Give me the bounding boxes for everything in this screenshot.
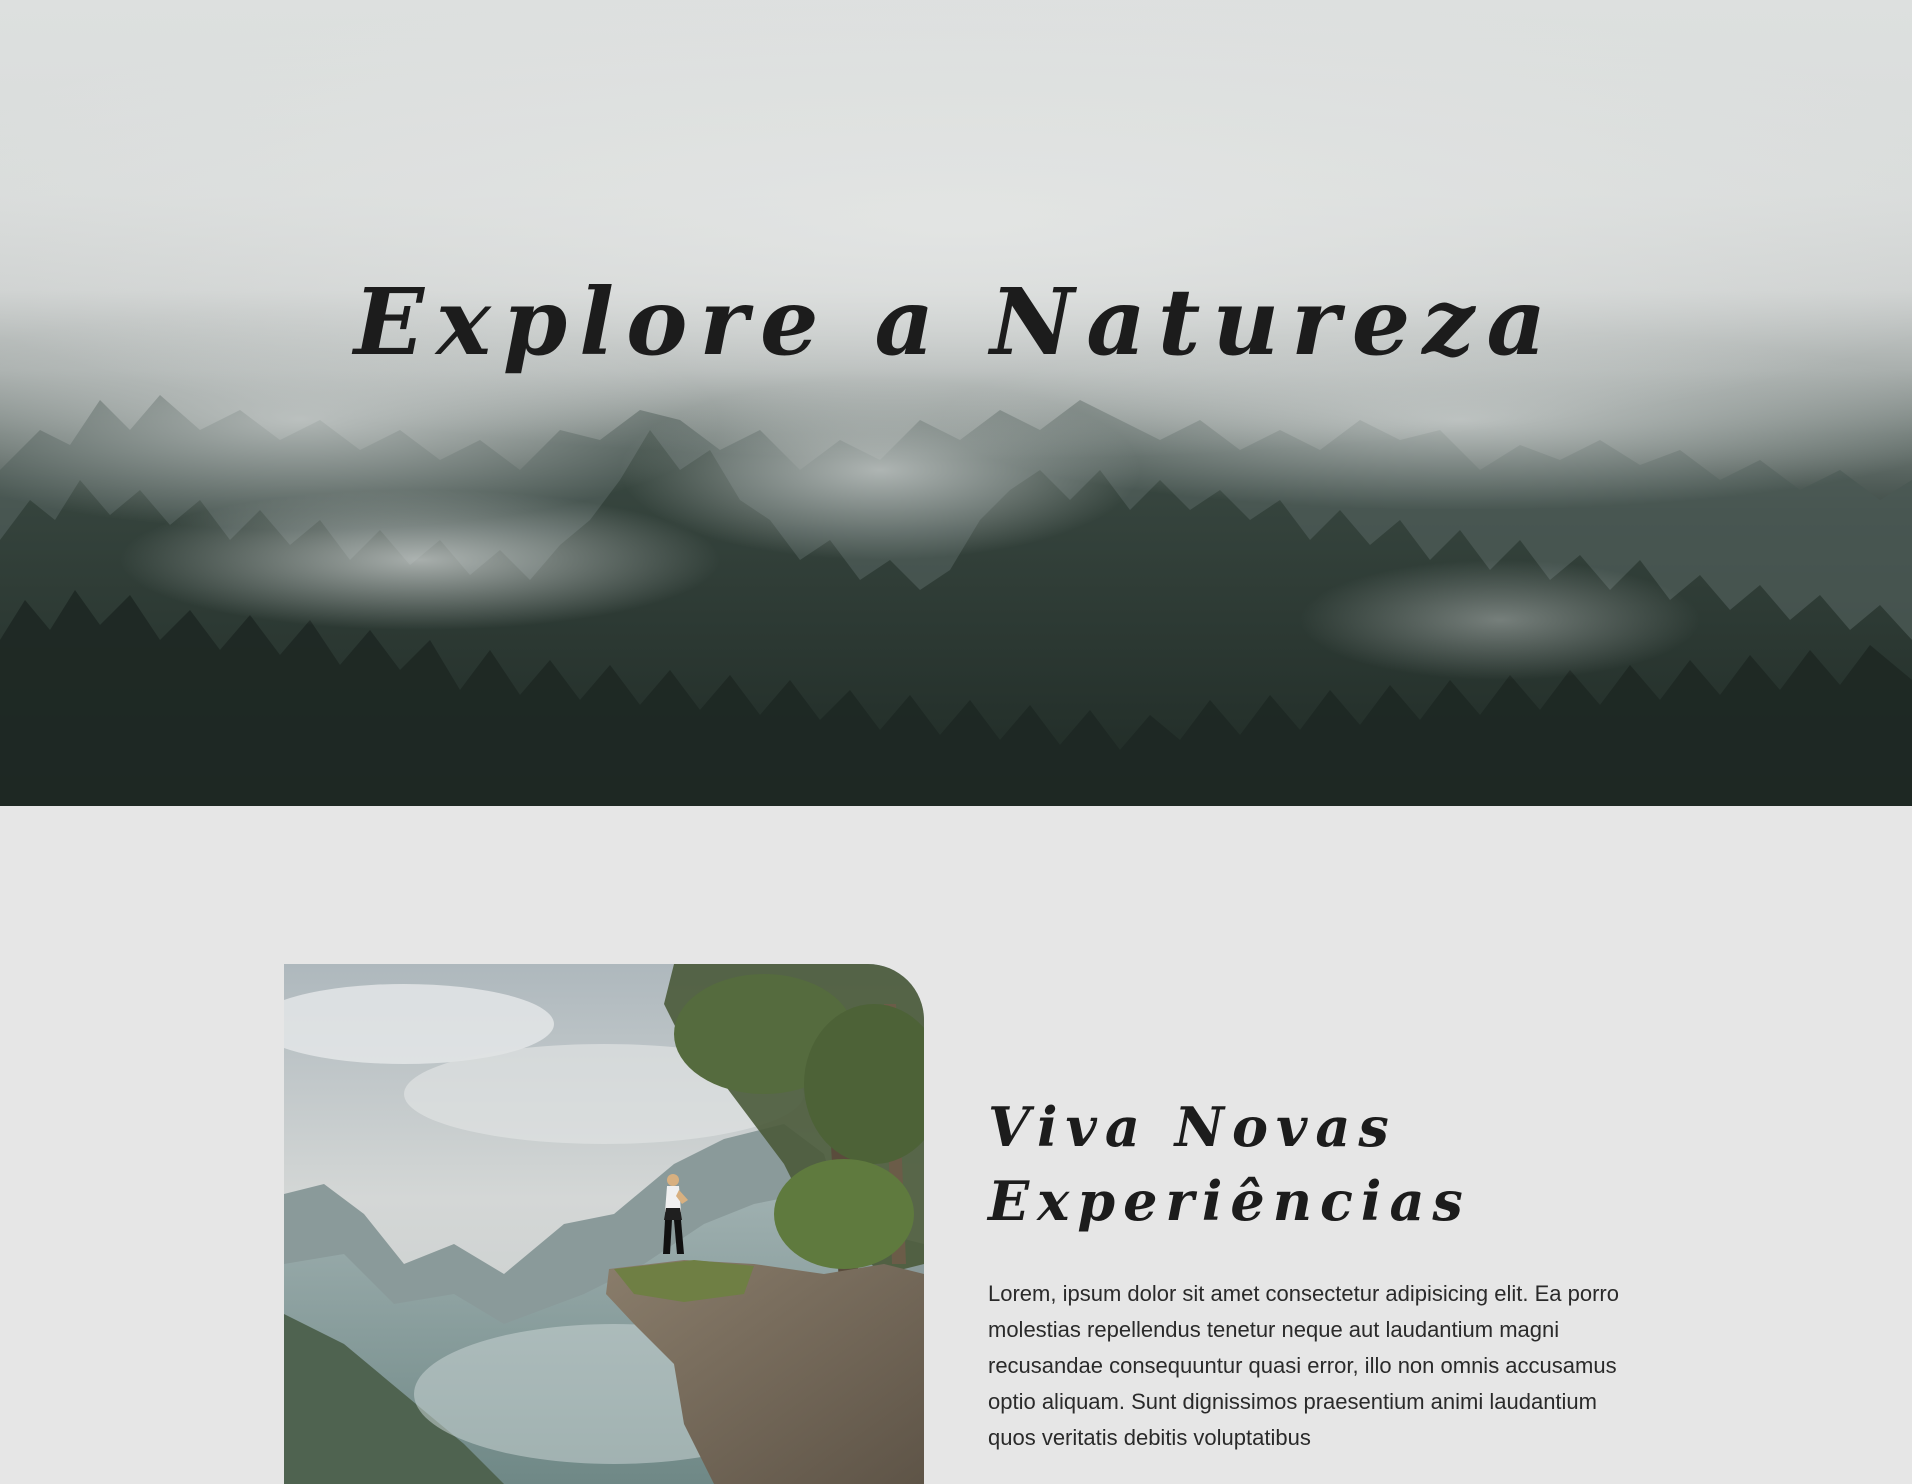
hero-title: Explore a Natureza (353, 268, 1559, 376)
feature-text-block: Viva Novas Experiências Lorem, ipsum dol… (988, 1090, 1628, 1456)
misty-forest-image (0, 0, 1912, 806)
section-title: Viva Novas Experiências (988, 1095, 1471, 1233)
feature-section: Viva Novas Experiências Lorem, ipsum dol… (0, 806, 1912, 1484)
section-paragraph: Lorem, ipsum dolor sit amet consectetur … (988, 1281, 1619, 1450)
hero-section: Explore a Natureza (0, 0, 1912, 806)
hiker-on-cliff-image (284, 964, 924, 1484)
